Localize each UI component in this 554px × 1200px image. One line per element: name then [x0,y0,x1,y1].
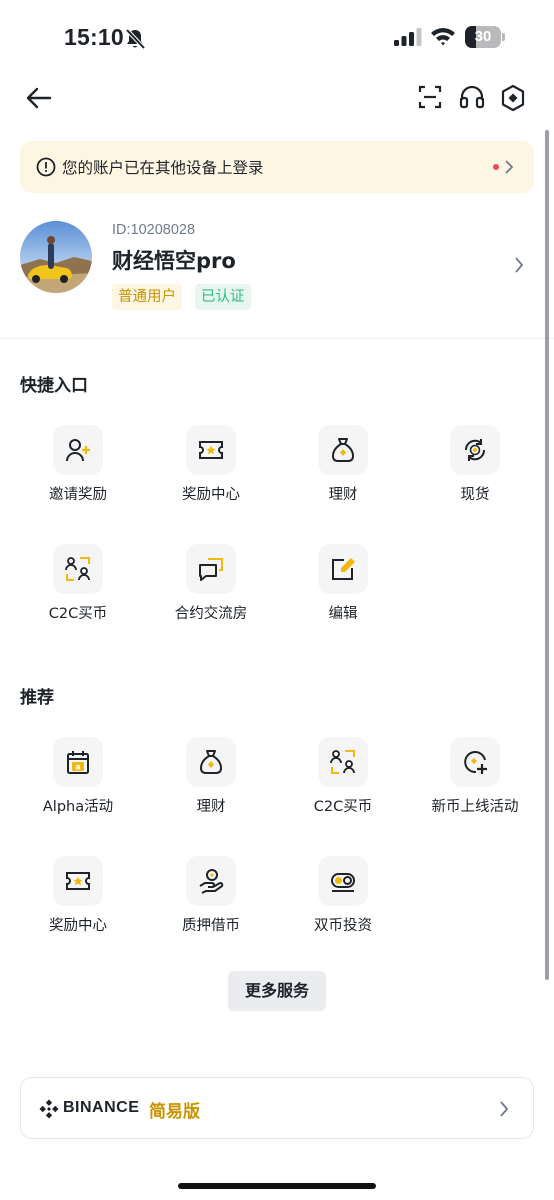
loan-hand-icon [199,869,224,894]
invite-user-icon [66,439,90,462]
battery-icon: 30 [465,26,505,48]
lite-mode-label: 简易版 [149,1102,200,1122]
cellular-signal-icon [394,28,422,46]
shortcut-label: 现货 [460,487,490,503]
avatar[interactable] [20,221,92,293]
chevron-right-icon [515,257,524,273]
shortcut-label: 奖励中心 [182,487,240,503]
shortcut-futures-chat[interactable]: 合约交流房 [145,544,277,644]
dual-coin-icon [331,873,355,892]
recommend-label: Alpha活动 [42,799,114,815]
status-time: 15:10 [64,24,124,50]
verified-badge: 已认证 [195,284,251,310]
scan-icon[interactable] [418,85,442,109]
shortcut-c2c-buy[interactable]: C2C买币 [12,544,144,644]
recommend-earn[interactable]: 理财 [145,737,277,837]
recommend-label: 质押借币 [182,918,240,934]
recommend-alpha-event[interactable]: a Alpha活动 [12,737,144,837]
shortcut-rewards-center[interactable]: 奖励中心 [145,425,277,525]
user-name: 财经悟空pro [112,249,236,273]
info-circle-icon [36,157,56,177]
recommend-crypto-loan[interactable]: 质押借币 [145,856,277,956]
recommend-label: 新币上线活动 [431,799,519,815]
money-bag-icon [331,438,355,462]
back-arrow-icon[interactable] [26,86,52,110]
chevron-right-icon [500,1101,509,1117]
new-coin-icon [464,751,487,774]
recommend-label: 奖励中心 [49,918,107,934]
bell-slash-icon [125,28,146,50]
recommended-title: 推荐 [20,688,54,708]
alert-text: 您的账户已在其他设备上登录 [62,159,264,177]
ticket-star-icon [66,872,90,890]
recommend-c2c-buy[interactable]: C2C买币 [277,737,409,837]
recommend-new-listing[interactable]: 新币上线活动 [409,737,541,837]
unread-dot [493,164,499,170]
shortcuts-title: 快捷入口 [20,376,88,396]
alpha-calendar-icon: a [67,751,89,774]
scrollbar[interactable] [545,130,549,980]
lite-mode-card[interactable]: BINANCE 简易版 [20,1077,534,1139]
c2c-people-icon [330,750,355,774]
shortcut-label: 邀请奖励 [49,487,107,503]
shortcut-edit[interactable]: 编辑 [277,544,409,644]
ticket-star-icon [199,441,223,459]
chat-room-icon [199,558,223,581]
edit-icon [332,558,355,580]
user-level-badge: 普通用户 [112,284,182,310]
recommend-label: 理财 [196,799,226,815]
recommend-rewards-center[interactable]: 奖励中心 [12,856,144,956]
home-indicator[interactable] [178,1183,376,1189]
shortcut-earn[interactable]: 理财 [277,425,409,525]
more-services-button[interactable]: 更多服务 [228,971,326,1011]
spot-exchange-icon [464,439,486,461]
recommend-label: C2C买币 [313,799,373,815]
shortcut-label: 编辑 [328,606,358,622]
chevron-right-icon [505,160,514,174]
shortcut-label: 合约交流房 [174,606,248,622]
c2c-people-icon [65,557,90,581]
divider [0,338,554,339]
recommend-label: 双币投资 [314,918,372,934]
binance-wordmark: BINANCE [63,1099,140,1116]
shortcut-spot[interactable]: 现货 [409,425,541,525]
headset-icon[interactable] [459,85,485,111]
battery-level: 30 [474,28,492,45]
money-bag-icon [199,750,223,774]
user-id: ID:10208028 [112,222,196,238]
binance-logo-icon [39,1099,59,1119]
login-alert-banner[interactable]: 您的账户已在其他设备上登录 [20,141,534,193]
shortcut-label: C2C买币 [48,606,108,622]
recommend-dual-investment[interactable]: 双币投资 [277,856,409,956]
svg-text:a: a [75,763,80,772]
status-bar: 15:10 30 [0,0,554,70]
wifi-icon [431,28,455,46]
shortcut-invite-rewards[interactable]: 邀请奖励 [12,425,144,525]
shortcut-label: 理财 [328,487,358,503]
settings-icon[interactable] [500,84,526,112]
profile-page: 15:10 30 您的账户已在其他设备上登录 ID:10208028 财经悟空p… [0,0,554,1200]
